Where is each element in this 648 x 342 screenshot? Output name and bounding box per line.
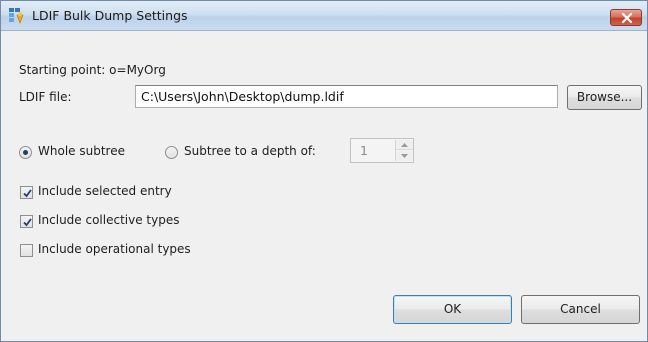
depth-value[interactable]: 1: [360, 143, 368, 158]
browse-button[interactable]: Browse...: [567, 85, 642, 110]
chevron-up-icon: [401, 143, 408, 147]
spinner-buttons: [395, 140, 413, 161]
whole-subtree-radio[interactable]: [19, 146, 32, 159]
close-icon: [621, 13, 633, 23]
chevron-down-icon: [401, 154, 408, 158]
subtree-depth-label: Subtree to a depth of:: [184, 144, 316, 158]
title-bar: LDIF Bulk Dump Settings: [1, 1, 647, 31]
radio-selected-dot: [23, 150, 28, 155]
ldif-file-input[interactable]: C:\Users\John\Desktop\dump.ldif: [135, 85, 558, 108]
depth-spinner[interactable]: 1: [350, 138, 414, 163]
include-collective-types-label: Include collective types: [38, 213, 180, 227]
include-selected-entry-label: Include selected entry: [38, 184, 172, 198]
include-operational-types-checkbox[interactable]: [20, 244, 33, 257]
starting-point-label: Starting point: o=MyOrg: [19, 63, 166, 77]
spin-down-button[interactable]: [396, 151, 413, 161]
ldif-bulk-dump-dialog: LDIF Bulk Dump Settings Starting point: …: [0, 0, 648, 342]
cancel-button[interactable]: Cancel: [521, 295, 640, 324]
window-title: LDIF Bulk Dump Settings: [32, 8, 188, 23]
checkmark-icon: [23, 189, 32, 198]
close-button[interactable]: [610, 9, 642, 26]
checkmark-icon: [23, 218, 32, 227]
include-selected-entry-checkbox[interactable]: [20, 186, 33, 199]
subtree-depth-radio[interactable]: [165, 146, 178, 159]
spin-up-button[interactable]: [396, 140, 413, 150]
ok-button[interactable]: OK: [393, 295, 512, 324]
ldif-app-icon: [8, 7, 26, 25]
whole-subtree-label: Whole subtree: [38, 144, 125, 158]
ldif-file-label: LDIF file:: [19, 90, 72, 104]
include-operational-types-label: Include operational types: [38, 242, 191, 256]
include-collective-types-checkbox[interactable]: [20, 215, 33, 228]
starting-point-value: o=MyOrg: [109, 63, 166, 77]
